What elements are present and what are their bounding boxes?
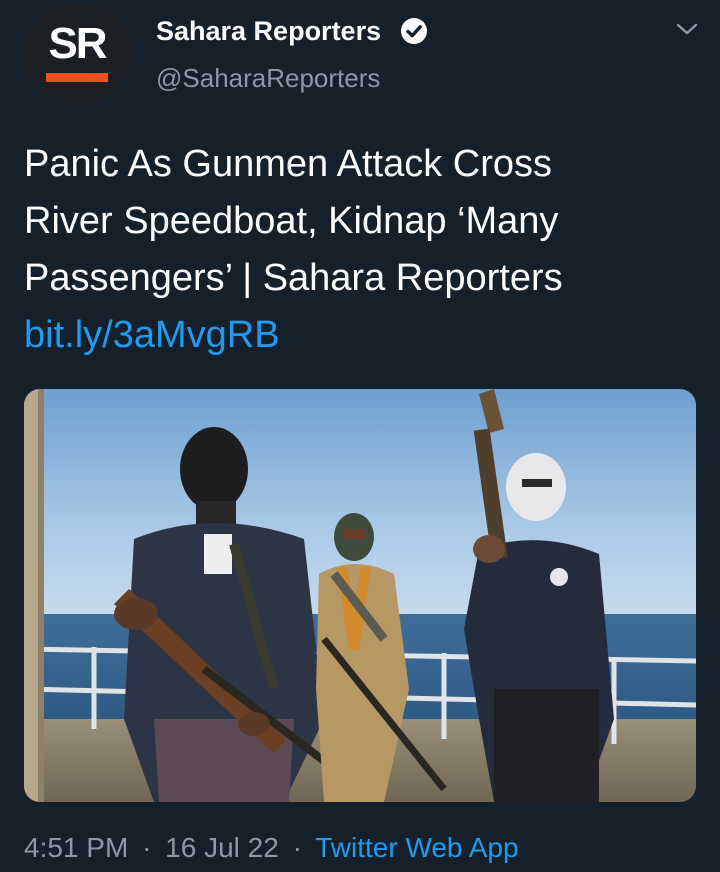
tweet-text-line: Passengers’ | Sahara Reporters — [24, 257, 563, 299]
tweet-text-line: River Speedboat, Kidnap ‘Many — [24, 200, 559, 242]
tweet-link[interactable]: bit.ly/3aMvgRB — [24, 307, 280, 364]
avatar-logo-text: SR — [48, 19, 107, 68]
tweet-date[interactable]: 16 Jul 22 — [165, 832, 279, 863]
more-options-button[interactable] — [670, 14, 704, 48]
avatar-logo-bar — [46, 73, 108, 82]
tweet-card: SR Sahara Reporters @SaharaReporters Pan… — [0, 0, 720, 872]
meta-separator: · — [292, 832, 302, 863]
chevron-down-icon — [675, 21, 699, 42]
tweet-text: Panic As Gunmen Attack Cross River Speed… — [24, 136, 704, 364]
verified-badge-icon — [400, 17, 428, 45]
tweet-time[interactable]: 4:51 PM — [24, 832, 128, 863]
tweet-source-link[interactable]: Twitter Web App — [315, 832, 518, 863]
tweet-meta: 4:51 PM · 16 Jul 22 · Twitter Web App — [24, 830, 519, 866]
display-name[interactable]: Sahara Reporters — [156, 14, 381, 48]
tweet-text-line: Panic As Gunmen Attack Cross — [24, 143, 553, 185]
avatar[interactable]: SR — [22, 2, 132, 106]
tweet-photo[interactable] — [24, 389, 696, 802]
meta-separator: · — [142, 832, 152, 863]
user-handle[interactable]: @SaharaReporters — [156, 62, 380, 94]
